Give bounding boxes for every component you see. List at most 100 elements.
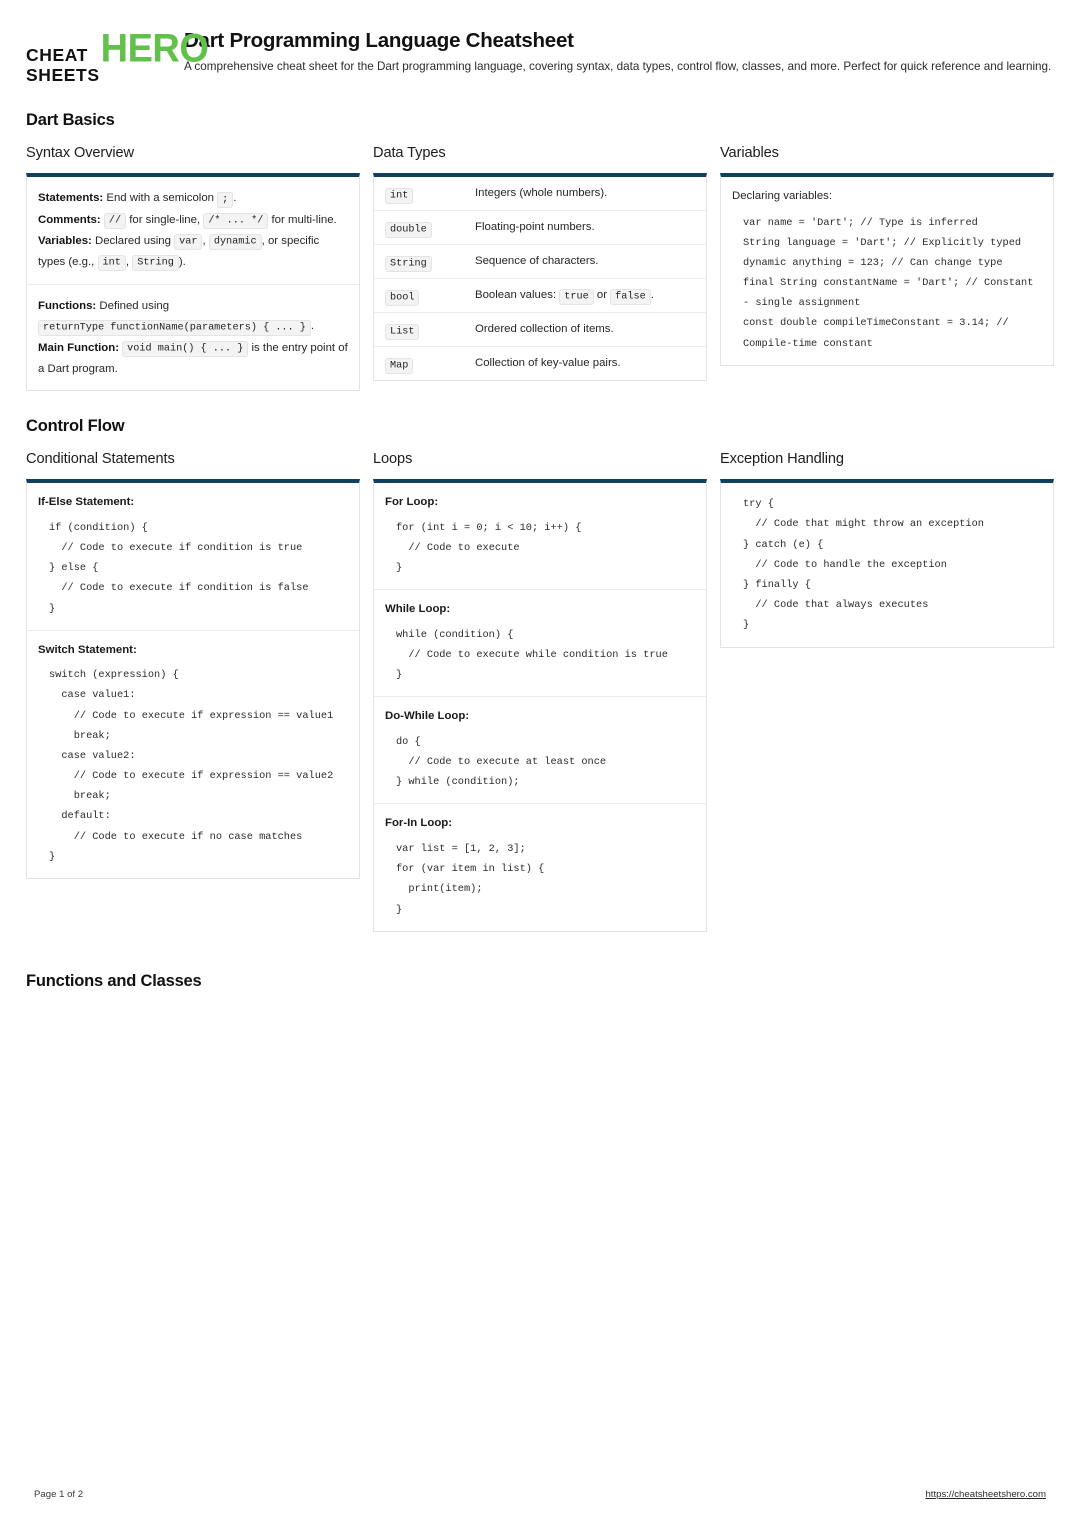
data-type-key: Map [385, 355, 475, 375]
data-type-code: int [385, 188, 414, 205]
syntax-variables-text-2: , [202, 234, 209, 247]
card-title-loops: Loops [373, 450, 413, 467]
syntax-block-basics: Statements: End with a semicolon ;. Comm… [27, 177, 359, 286]
table-row: Map Collection of key-value pairs. [374, 347, 706, 380]
table-row: List Ordered collection of items. [374, 313, 706, 348]
data-type-description: Boolean values: true or false. [475, 287, 654, 305]
variables-code-block: var name = 'Dart'; // Type is inferred S… [743, 216, 1034, 350]
syntax-main-label: Main Function: [38, 341, 119, 354]
data-type-description: Floating-point numbers. [475, 221, 595, 234]
switch-block: Switch Statement: switch (expression) { … [27, 631, 359, 878]
syntax-statements-line: Statements: End with a semicolon ;. [38, 188, 348, 209]
for-loop-label: For Loop: [385, 496, 439, 509]
data-type-description: Sequence of characters. [475, 255, 599, 268]
column-conditional-statements: Conditional Statements If-Else Statement… [26, 451, 360, 879]
card-title-data-types: Data Types [373, 144, 446, 161]
data-type-code: double [385, 222, 432, 239]
column-variables: Variables Declaring variables: var name … [720, 145, 1054, 366]
data-type-key: double [385, 219, 475, 239]
data-type-key: bool [385, 287, 475, 307]
column-data-types: Data Types int Integers (whole numbers).… [373, 145, 707, 382]
logo-word-hero: HERO [100, 27, 209, 71]
bool-true-code: true [559, 288, 594, 305]
section-title-dart-basics: Dart Basics [26, 111, 115, 130]
cheatsheetshero-logo: CHEAT SHEETS HERO [26, 28, 209, 85]
for-in-loop-block: For-In Loop: var list = [1, 2, 3]; for (… [374, 804, 706, 930]
card-exception-handling: try { // Code that might throw an except… [720, 479, 1054, 648]
card-loops: For Loop: for (int i = 0; i < 10; i++) {… [373, 479, 707, 932]
syntax-comments-code-2: /* ... */ [203, 213, 269, 230]
exception-handling-code-block: try { // Code that might throw an except… [743, 498, 984, 632]
page-title: Dart Programming Language Cheatsheet [184, 29, 574, 52]
syntax-variables-text-5: ). [178, 255, 186, 268]
variables-block: Declaring variables: var name = 'Dart'; … [721, 177, 1053, 364]
syntax-variables-text-1: Declared using [91, 234, 175, 247]
variables-intro: Declaring variables: [732, 190, 833, 203]
syntax-main-code: void main() { ... } [122, 341, 249, 358]
switch-label: Switch Statement: [38, 643, 137, 656]
syntax-block-functions: Functions: Defined using returnType func… [27, 285, 359, 390]
card-title-variables: Variables [720, 144, 779, 161]
card-syntax-overview: Statements: End with a semicolon ;. Comm… [26, 173, 360, 392]
table-row: int Integers (whole numbers). [374, 177, 706, 212]
exception-handling-block: try { // Code that might throw an except… [721, 483, 1053, 646]
syntax-comments-text-1: for single-line, [126, 213, 204, 226]
syntax-comments-label: Comments: [38, 213, 101, 226]
syntax-statements-text-2: . [233, 192, 237, 205]
syntax-statements-text-1: End with a semicolon [103, 192, 218, 205]
column-syntax-overview: Syntax Overview Statements: End with a s… [26, 144, 360, 392]
bool-false-code: false [610, 288, 651, 305]
while-loop-code-block: while (condition) { // Code to execute w… [396, 628, 668, 682]
syntax-variables-code-4: String [132, 255, 179, 272]
section-title-functions-and-classes: Functions and Classes [26, 971, 202, 990]
bool-desc-post: . [650, 289, 654, 302]
data-type-key: String [385, 253, 475, 273]
if-else-block: If-Else Statement: if (condition) { // C… [27, 483, 359, 631]
data-type-key: List [385, 321, 475, 341]
syntax-functions-text-2: . [310, 320, 315, 333]
page-header: CHEAT SHEETS HERO Dart Programming Langu… [26, 22, 1054, 85]
syntax-comments-line: Comments: // for single-line, /* ... */ … [38, 210, 348, 231]
column-loops: Loops For Loop: for (int i = 0; i < 10; … [373, 451, 707, 932]
data-type-code: Map [385, 358, 414, 375]
table-row: String Sequence of characters. [374, 245, 706, 280]
syntax-variables-label: Variables: [38, 234, 92, 247]
do-while-loop-label: Do-While Loop: [385, 710, 470, 723]
data-type-key: int [385, 185, 475, 205]
syntax-variables-code-2: dynamic [208, 234, 262, 251]
syntax-functions-text-1: Defined using [96, 300, 170, 313]
switch-code-block: switch (expression) { case value1: // Co… [49, 669, 334, 863]
footer-website-link[interactable]: https://cheatsheetshero.com [925, 1489, 1046, 1500]
data-type-description: Integers (whole numbers). [475, 187, 608, 200]
table-row: double Floating-point numbers. [374, 211, 706, 246]
syntax-statements-code: ; [217, 191, 234, 208]
syntax-variables-line: Variables: Declared using var, dynamic, … [38, 231, 348, 273]
logo-line-sheets: SHEETS [26, 64, 100, 85]
cheatsheet-page: CHEAT SHEETS HERO Dart Programming Langu… [0, 0, 1080, 1526]
while-loop-label: While Loop: [385, 603, 451, 616]
column-exception-handling: Exception Handling try { // Code that mi… [720, 451, 1054, 648]
control-flow-row: Conditional Statements If-Else Statement… [26, 451, 1054, 932]
bool-desc-pre: Boolean values: [475, 289, 560, 302]
syntax-variables-code-1: var [174, 234, 203, 251]
syntax-comments-code-1: // [103, 213, 127, 230]
data-type-description: Collection of key-value pairs. [475, 357, 621, 370]
table-row: bool Boolean values: true or false. [374, 279, 706, 314]
header-text-group: Dart Programming Language Cheatsheet A c… [184, 28, 1054, 76]
footer-page-number: Page 1 of 2 [34, 1489, 84, 1500]
syntax-functions-code: returnType functionName(parameters) { ..… [38, 319, 311, 336]
for-loop-code-block: for (int i = 0; i < 10; i++) { // Code t… [396, 521, 582, 575]
syntax-functions-label: Functions: [38, 300, 97, 313]
do-while-loop-block: Do-While Loop: do { // Code to execute a… [374, 697, 706, 805]
for-in-loop-label: For-In Loop: [385, 817, 453, 830]
if-else-code-block: if (condition) { // Code to execute if c… [49, 521, 309, 615]
data-type-description: Ordered collection of items. [475, 323, 614, 336]
card-title-conditional-statements: Conditional Statements [26, 450, 175, 467]
logo-line-cheat: CHEAT [26, 45, 88, 65]
while-loop-block: While Loop: while (condition) { // Code … [374, 590, 706, 698]
data-type-code: bool [385, 290, 420, 307]
do-while-loop-code-block: do { // Code to execute at least once } … [396, 735, 607, 789]
card-conditional-statements: If-Else Statement: if (condition) { // C… [26, 479, 360, 879]
syntax-statements-label: Statements: [38, 192, 104, 205]
card-title-syntax-overview: Syntax Overview [26, 144, 134, 161]
